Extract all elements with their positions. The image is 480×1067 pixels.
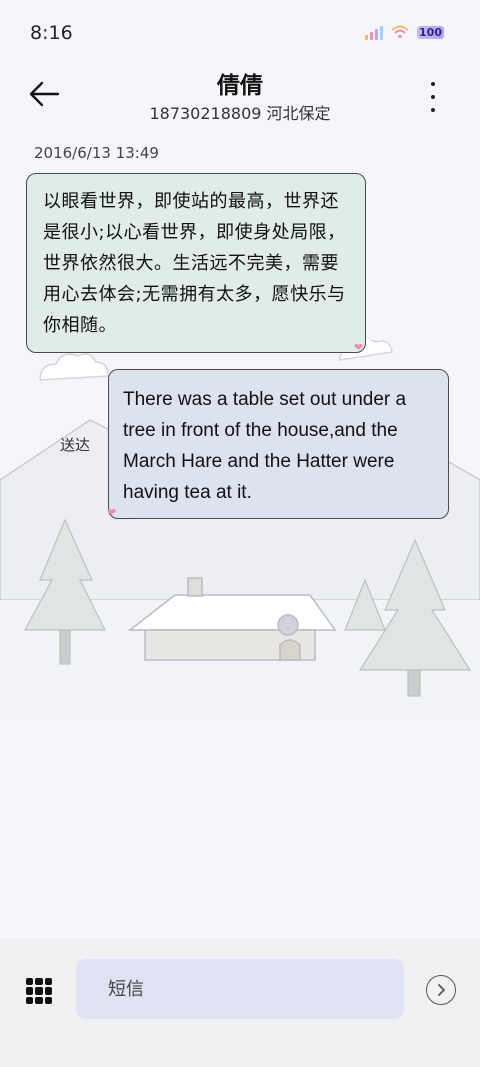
conversation-header: 倩倩 18730218809 河北保定	[0, 62, 480, 132]
more-options-button[interactable]	[420, 80, 446, 114]
message-timestamp: 2016/6/13 13:49	[34, 144, 159, 162]
chevron-right-icon	[438, 984, 445, 996]
heart-icon: ❤	[107, 506, 117, 519]
message-bubble[interactable]: 以眼看世界，即使站的最高，世界还是很小;以心看世界，即使身处局限，世界依然很大。…	[26, 173, 366, 353]
status-time: 8:16	[30, 22, 73, 44]
delivery-status: 送达	[60, 436, 91, 454]
composer-bar	[0, 938, 480, 1067]
wifi-icon	[391, 25, 409, 39]
heart-icon: ❤	[354, 341, 364, 354]
status-icons: 100	[365, 24, 444, 40]
message-bubble[interactable]: There was a table set out under a tree i…	[108, 369, 449, 519]
contact-number-location: 18730218809 河北保定	[149, 104, 331, 123]
apps-grid-button[interactable]	[26, 978, 52, 1004]
contact-name: 倩倩	[217, 73, 263, 99]
status-bar: 8:16 100	[0, 0, 480, 62]
signal-icon	[365, 24, 384, 40]
send-button[interactable]	[426, 975, 456, 1005]
battery-icon: 100	[417, 25, 444, 39]
message-input[interactable]	[76, 959, 404, 1019]
